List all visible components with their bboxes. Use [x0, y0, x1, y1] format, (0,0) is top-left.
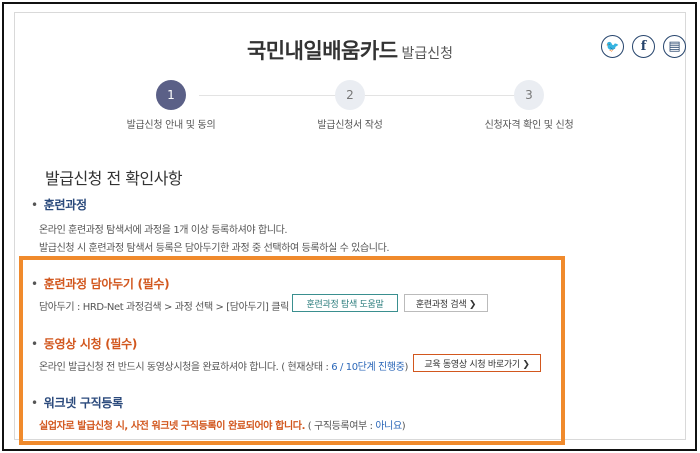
- section-title: 발급신청 전 확인사항: [45, 169, 183, 188]
- step-3-indicator: 3: [514, 80, 544, 110]
- step-1-label: 발급신청 안내 및 동의: [126, 120, 216, 131]
- twitter-icon: 🐦: [605, 40, 620, 53]
- step-3-label: 신청자격 확인 및 신청: [484, 120, 574, 131]
- facebook-share-button[interactable]: f: [632, 35, 655, 58]
- course-title-text: 훈련과정: [43, 198, 87, 212]
- facebook-icon: f: [640, 39, 647, 54]
- print-button[interactable]: ▤: [663, 35, 686, 58]
- step-2-indicator: 2: [335, 80, 365, 110]
- print-icon: ▤: [668, 39, 681, 54]
- course-desc-line-1: 온라인 훈련과정 탐색서에 과정을 1개 이상 등록하셔야 합니다.: [39, 225, 288, 236]
- twitter-share-button[interactable]: 🐦: [601, 35, 624, 58]
- required-items-highlight: [19, 256, 565, 445]
- step-progress-line: [199, 95, 543, 96]
- course-desc-line-2: 발급신청 시 훈련과정 탐색서 등록은 담아두기한 과정 중 선택하여 등록하실…: [39, 243, 390, 254]
- bullet: •: [31, 198, 38, 212]
- page-subtitle: 발급신청: [401, 46, 454, 62]
- page-header: 국민내일배움카드 발급신청: [15, 35, 685, 65]
- step-2-label: 발급신청서 작성: [317, 120, 383, 131]
- course-item-title: • 훈련과정: [31, 196, 87, 213]
- page-title: 국민내일배움카드: [246, 39, 398, 63]
- step-1-indicator: 1: [156, 80, 186, 110]
